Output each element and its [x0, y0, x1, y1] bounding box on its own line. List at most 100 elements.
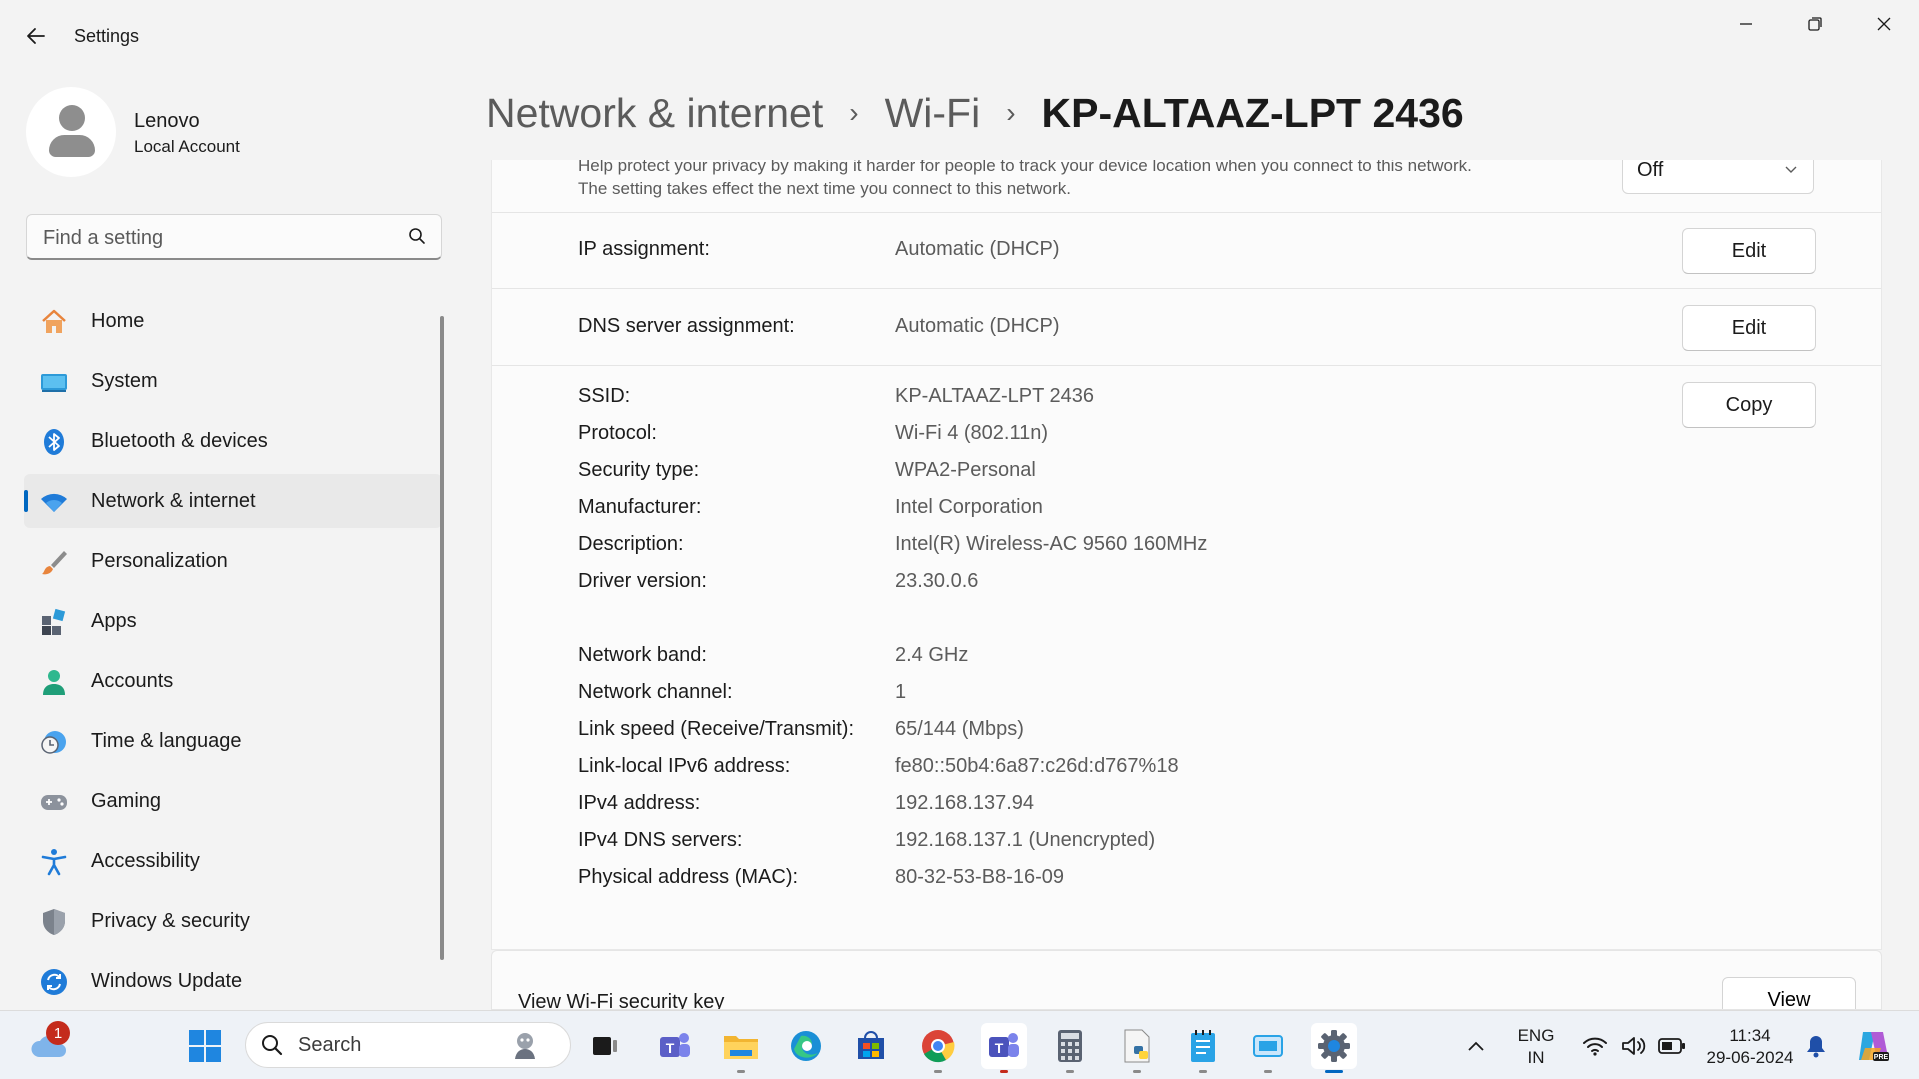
edit-dns-button[interactable]: Edit — [1682, 305, 1816, 351]
property-value: 192.168.137.1 (Unencrypted) — [895, 829, 1156, 851]
notifications-button[interactable] — [1796, 1023, 1836, 1069]
view-security-key-button[interactable]: View — [1722, 977, 1856, 1009]
sidebar-item-accessibility[interactable]: Accessibility — [24, 834, 442, 888]
sidebar-item-home[interactable]: Home — [24, 294, 442, 348]
property-label: IPv4 DNS servers: — [578, 829, 743, 851]
taskbar-search[interactable]: Search — [245, 1022, 571, 1068]
property-value: 192.168.137.94 — [895, 792, 1035, 814]
chrome-button[interactable] — [915, 1023, 961, 1073]
property-value: Wi-Fi 4 (802.11n) — [895, 422, 1049, 444]
divider — [492, 365, 1881, 366]
sidebar-item-network[interactable]: Network & internet — [24, 474, 442, 528]
region-code: IN — [1527, 1048, 1545, 1067]
sidebar-item-time-language[interactable]: Time & language — [24, 714, 442, 768]
sidebar-item-privacy[interactable]: Privacy & security — [24, 894, 442, 948]
running-indicator — [1133, 1070, 1141, 1073]
teams-work-button[interactable]: T — [981, 1023, 1027, 1073]
restore-button[interactable] — [1781, 8, 1849, 40]
quick-settings-button[interactable] — [1568, 1023, 1700, 1069]
copilot-icon: PRE — [1859, 1032, 1889, 1061]
clock[interactable]: 11:34 29-06-2024 — [1696, 1025, 1804, 1069]
dropdown-value: Off — [1637, 160, 1664, 181]
profile-name: Lenovo — [134, 110, 200, 132]
breadcrumb-network[interactable]: Network & internet — [486, 90, 823, 137]
property-label: Link-local IPv6 address: — [578, 755, 791, 777]
sidebar-item-label: Accounts — [91, 669, 174, 692]
show-hidden-icons-button[interactable] — [1456, 1023, 1496, 1069]
window-app-icon — [1253, 1035, 1283, 1057]
property-value: 2.4 GHz — [895, 644, 969, 666]
sidebar-item-apps[interactable]: Apps — [24, 594, 442, 648]
clock-date: 29-06-2024 — [1706, 1048, 1794, 1067]
sidebar-item-accounts[interactable]: Accounts — [24, 654, 442, 708]
property-value: 65/144 (Mbps) — [895, 718, 1024, 740]
avatar-body — [49, 135, 95, 157]
running-indicator — [1000, 1070, 1008, 1073]
sidebar-item-label: Privacy & security — [91, 909, 250, 932]
weather-widget[interactable]: 1 — [26, 1021, 72, 1069]
property-label: Network band: — [578, 644, 707, 666]
avatar[interactable] — [26, 87, 116, 177]
remote-desktop-button[interactable] — [1245, 1023, 1291, 1073]
network-properties-card: Help protect your privacy by making it h… — [491, 160, 1882, 950]
avatar-head — [59, 105, 85, 131]
title-bar: Settings — [0, 0, 1919, 72]
random-hardware-address-dropdown[interactable]: Off — [1622, 160, 1814, 194]
copilot-button[interactable]: PRE — [1850, 1023, 1896, 1069]
property-label: Protocol: — [578, 422, 657, 444]
sidebar-item-label: Personalization — [91, 549, 228, 572]
sidebar-item-windows-update[interactable]: Windows Update — [24, 954, 442, 1008]
sidebar-item-gaming[interactable]: Gaming — [24, 774, 442, 828]
calculator-button[interactable] — [1047, 1023, 1093, 1073]
sidebar-item-bluetooth[interactable]: Bluetooth & devices — [24, 414, 442, 468]
file-explorer-button[interactable] — [718, 1023, 764, 1073]
teams-icon: T — [989, 1033, 1019, 1057]
accounts-icon — [40, 668, 68, 696]
taskbar: 1 Search T T ENG IN 11:34 29-06-2024 PRE — [0, 1010, 1919, 1079]
property-value: Intel Corporation — [895, 496, 1043, 518]
chevron-right-icon: › — [849, 97, 859, 128]
microsoft-store-button[interactable] — [848, 1023, 894, 1069]
teams-chat-button[interactable]: T — [652, 1023, 698, 1069]
notepad-button[interactable] — [1180, 1023, 1226, 1073]
accessibility-icon — [40, 848, 68, 876]
chevron-right-icon: › — [1006, 97, 1016, 128]
sidebar-item-label: Home — [91, 309, 145, 332]
security-key-card: View Wi-Fi security key View — [491, 950, 1882, 1010]
sidebar-scrollbar[interactable] — [440, 316, 444, 960]
minimize-button[interactable] — [1712, 8, 1780, 40]
page-title: KP-ALTAAZ-LPT 2436 — [1041, 89, 1464, 136]
sidebar-item-label: Accessibility — [91, 849, 200, 872]
sidebar-item-personalization[interactable]: Personalization — [24, 534, 442, 588]
sidebar-item-label: Time & language — [91, 729, 242, 752]
search-box[interactable] — [26, 214, 442, 260]
back-arrow-icon[interactable] — [20, 20, 52, 52]
dns-assignment-value: Automatic (DHCP) — [895, 315, 1060, 337]
property-value: Intel(R) Wireless-AC 9560 160MHz — [895, 533, 1208, 555]
python-file-button[interactable] — [1114, 1023, 1160, 1073]
profile-account-type: Local Account — [134, 137, 240, 156]
calculator-icon — [1058, 1030, 1082, 1062]
sidebar-item-label: Gaming — [91, 789, 162, 812]
property-value: 1 — [895, 681, 907, 703]
start-button[interactable] — [182, 1023, 228, 1069]
property-label: Link speed (Receive/Transmit): — [578, 718, 855, 740]
property-label: Manufacturer: — [578, 496, 702, 518]
edge-button[interactable] — [783, 1023, 829, 1069]
volume-icon — [1622, 1037, 1646, 1055]
task-view-button[interactable] — [582, 1023, 628, 1069]
search-icon[interactable] — [407, 226, 427, 246]
copy-properties-button[interactable]: Copy — [1682, 382, 1816, 428]
privacy-description-line2: The setting takes effect the next time y… — [578, 179, 1071, 198]
app-title: Settings — [74, 26, 140, 46]
sidebar-nav: Home System Bluetooth & devices Network … — [24, 294, 442, 1014]
sidebar-item-system[interactable]: System — [24, 354, 442, 408]
search-input[interactable] — [41, 223, 405, 253]
breadcrumb: Network & internet › Wi-Fi › KP-ALTAAZ-L… — [486, 86, 1464, 140]
close-button[interactable] — [1850, 8, 1918, 40]
settings-button[interactable] — [1311, 1023, 1357, 1073]
edit-ip-button[interactable]: Edit — [1682, 228, 1816, 274]
property-value: 80-32-53-B8-16-09 — [895, 866, 1064, 888]
breadcrumb-wifi[interactable]: Wi-Fi — [885, 90, 981, 137]
language-indicator[interactable]: ENG IN — [1504, 1025, 1568, 1069]
